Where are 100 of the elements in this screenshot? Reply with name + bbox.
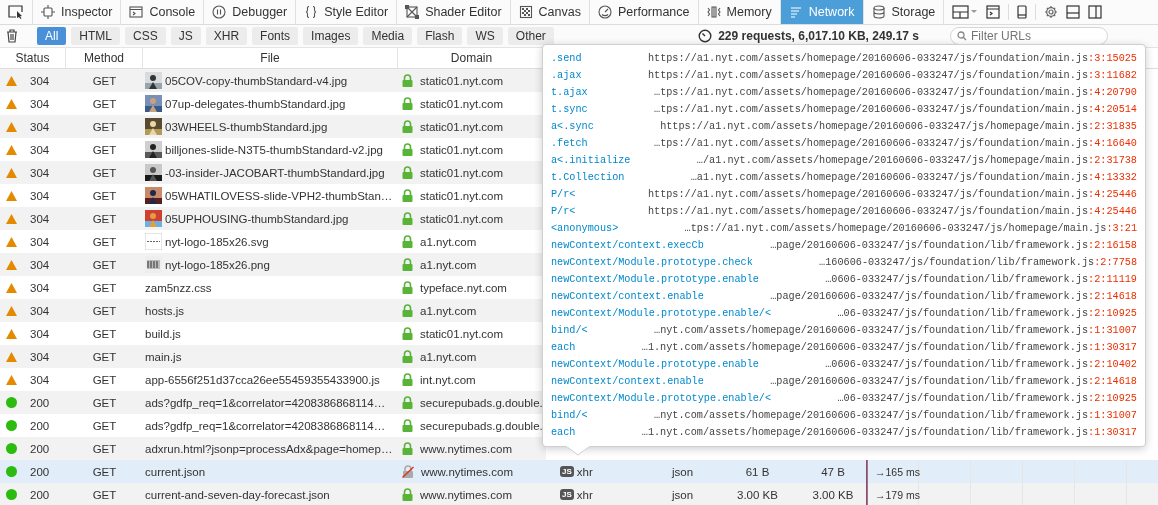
request-row[interactable]: 304 GET nyt-logo-185x26.svg a1.nyt.com xyxy=(0,230,546,253)
source-url[interactable]: https://a1.nyt.com/assets/homepage/20160606-033247/js/foundation/main.js xyxy=(647,206,1089,217)
source-url[interactable]: …/a1.nyt.com/assets/homepage/20160606-033247/js/homepage/main.js xyxy=(696,155,1089,166)
method: GET xyxy=(92,281,117,294)
source-url[interactable]: …06-033247/js/foundation/lib/framework.js xyxy=(837,393,1089,404)
source-url[interactable]: …0606-033247/js/foundation/lib/framework.js xyxy=(825,359,1089,370)
dock-bottom-icon[interactable] xyxy=(1066,5,1081,19)
method: GET xyxy=(92,442,117,455)
filter-button[interactable]: Other xyxy=(507,27,554,45)
request-row[interactable]: 304 GET 05WHATILOVESS-slide-VPH2-thumbStan… static01.nyt.com xyxy=(0,184,546,207)
domain: int.nyt.com xyxy=(420,373,476,386)
request-row[interactable]: 200 GET current-and-seven-day-forecast.json www.nytimes.com JS xhr json 3.00 KB 3.00 KB →179 ms xyxy=(0,483,1158,505)
gauge-icon xyxy=(597,5,612,19)
request-row[interactable]: 304 GET app-6556f251d37cca26ee55459355433900.js int.nyt.com xyxy=(0,368,546,391)
column-header[interactable]: Status xyxy=(0,48,66,68)
filter-button[interactable]: CSS xyxy=(125,27,166,45)
column-header[interactable]: File xyxy=(143,48,398,68)
filter-button[interactable]: WS xyxy=(467,27,503,45)
devtools-tab[interactable]: Memory xyxy=(698,0,781,24)
line-number: :2:10402 xyxy=(1088,359,1137,370)
function-name: newContext/context.execCb xyxy=(551,240,704,251)
line-number: :1:30317 xyxy=(1088,342,1137,353)
request-row[interactable]: 200 GET current.json www.nytimes.com JS xhr json 61 B 47 B →165 ms xyxy=(0,460,1158,483)
warning-triangle-icon xyxy=(6,121,17,132)
devtools-tab[interactable]: Style Editor xyxy=(296,0,398,24)
devtools-tab[interactable]: Shader Editor xyxy=(397,0,511,24)
column-header[interactable]: Method xyxy=(66,48,143,68)
request-row[interactable]: 200 GET ads?gdfp_req=1&correlator=4208386868114… securepubads.g.double. xyxy=(0,414,546,437)
source-url[interactable]: …nyt.com/assets/homepage/20160606-033247/js/foundation/lib/framework.js xyxy=(654,325,1089,336)
devtools-tab[interactable]: Performance xyxy=(589,0,699,24)
filter-button[interactable]: JS xyxy=(170,27,201,45)
request-row[interactable]: 304 GET 07up-delegates-thumbStandard.jpg static01.nyt.com xyxy=(0,92,546,115)
status-code: 200 xyxy=(30,442,50,455)
filter-button[interactable]: Media xyxy=(363,27,413,45)
domain: static01.nyt.com xyxy=(420,143,504,156)
transferred-size: 3.00 KB xyxy=(737,488,778,501)
request-row[interactable]: 304 GET zam5nzz.css typeface.nyt.com xyxy=(0,276,546,299)
source-url[interactable]: https://a1.nyt.com/assets/homepage/20160606-033247/js/homepage/main.js xyxy=(660,121,1089,132)
source-url[interactable]: …page/20160606-033247/js/foundation/lib/framework.js xyxy=(770,291,1089,302)
file-name: zam5nzz.css xyxy=(145,281,212,294)
filter-button[interactable]: XHR xyxy=(205,27,248,45)
warning-triangle-icon xyxy=(6,328,17,339)
source-url[interactable]: …0606-033247/js/foundation/lib/framework.js xyxy=(825,274,1089,285)
file-name: 05COV-copy-thumbStandard-v4.jpg xyxy=(165,74,348,87)
line-number: :4:25446 xyxy=(1088,206,1137,217)
dock-side-icon[interactable] xyxy=(1088,5,1103,19)
filter-button[interactable]: Flash xyxy=(417,27,463,45)
filter-button[interactable]: HTML xyxy=(71,27,120,45)
filter-button[interactable]: Fonts xyxy=(252,27,299,45)
source-url[interactable]: https://a1.nyt.com/assets/homepage/20160606-033247/js/foundation/main.js xyxy=(647,53,1089,64)
devtools-tab[interactable]: Storage xyxy=(863,0,945,24)
status-dot-icon xyxy=(6,466,17,477)
source-url[interactable]: …tps://a1.nyt.com/assets/homepage/20160606-033247/js/foundation/main.js xyxy=(654,87,1089,98)
devtools-tab[interactable]: Canvas xyxy=(510,0,590,24)
warning-triangle-icon xyxy=(6,259,17,270)
status-code: 304 xyxy=(30,304,50,317)
status-code: 304 xyxy=(30,120,50,133)
function-name: .send xyxy=(551,53,582,64)
status-code: 304 xyxy=(30,143,50,156)
status-dot-icon xyxy=(6,420,17,431)
domain: www.nytimes.com xyxy=(421,465,514,478)
warning-triangle-icon xyxy=(6,213,17,224)
file-name: billjones-slide-N3T5-thumbStandard-v2.jpg xyxy=(165,143,383,156)
devtools-tab[interactable]: Debugger xyxy=(204,0,297,24)
method: GET xyxy=(92,97,117,110)
source-url[interactable]: …160606-033247/js/foundation/lib/framework.js xyxy=(819,257,1095,268)
line-number: :2:10925 xyxy=(1088,308,1137,319)
request-row[interactable]: 304 GET billjones-slide-N3T5-thumbStandard-v2.jpg static01.nyt.com xyxy=(0,138,546,161)
function-name: newContext/Module.prototype.enable xyxy=(551,274,759,285)
warning-triangle-icon xyxy=(6,75,17,86)
filter-button[interactable]: Images xyxy=(303,27,359,45)
source-url[interactable]: …tps://a1.nyt.com/assets/homepage/20160606-033247/js/foundation/main.js xyxy=(654,104,1089,115)
source-url[interactable]: https://a1.nyt.com/assets/homepage/20160606-033247/js/foundation/main.js xyxy=(647,189,1089,200)
source-url[interactable]: …06-033247/js/foundation/lib/framework.js xyxy=(837,308,1089,319)
line-number: :2:7758 xyxy=(1094,257,1137,268)
request-row[interactable]: 200 GET adxrun.html?jsonp=processAdx&page=homep… www.nytimes.com xyxy=(0,437,546,460)
source-url[interactable]: …tps://a1.nyt.com/assets/homepage/20160606-033247/js/homepage/main.js xyxy=(684,223,1107,234)
domain: a1.nyt.com xyxy=(420,350,477,363)
source-url[interactable]: …page/20160606-033247/js/foundation/lib/framework.js xyxy=(770,240,1089,251)
line-number: :4:16640 xyxy=(1088,138,1137,149)
source-url[interactable]: …1.nyt.com/assets/homepage/20160606-033247/js/foundation/lib/framework.js xyxy=(641,342,1089,353)
source-url[interactable]: …a1.nyt.com/assets/homepage/20160606-033247/js/foundation/main.js xyxy=(690,172,1089,183)
console-panel-icon[interactable] xyxy=(986,5,1001,19)
source-url[interactable]: https://a1.nyt.com/assets/homepage/20160606-033247/js/foundation/main.js xyxy=(647,70,1089,81)
trash-icon[interactable] xyxy=(6,29,18,43)
element-picker-icon[interactable] xyxy=(8,5,24,19)
source-url[interactable]: …page/20160606-033247/js/foundation/lib/framework.js xyxy=(770,376,1089,387)
checker-icon xyxy=(518,5,533,19)
request-row[interactable]: 304 GET build.js static01.nyt.com xyxy=(0,322,546,345)
source-url[interactable]: …nyt.com/assets/homepage/20160606-033247/js/foundation/lib/framework.js xyxy=(654,410,1089,421)
phone-icon[interactable] xyxy=(1017,5,1028,19)
status-code: 304 xyxy=(30,74,50,87)
layout-dropdown-icon[interactable] xyxy=(952,5,979,19)
source-url[interactable]: …1.nyt.com/assets/homepage/20160606-033247/js/foundation/lib/framework.js xyxy=(641,427,1089,438)
devtools-tab[interactable]: Inspector xyxy=(33,0,122,24)
warning-triangle-icon xyxy=(6,351,17,362)
filter-search-field[interactable]: Filter URLs xyxy=(950,27,1108,45)
settings-icon[interactable] xyxy=(1044,5,1059,19)
source-url[interactable]: …tps://a1.nyt.com/assets/homepage/20160606-033247/js/foundation/main.js xyxy=(654,138,1089,149)
devtools-tab[interactable]: Console xyxy=(121,0,205,24)
